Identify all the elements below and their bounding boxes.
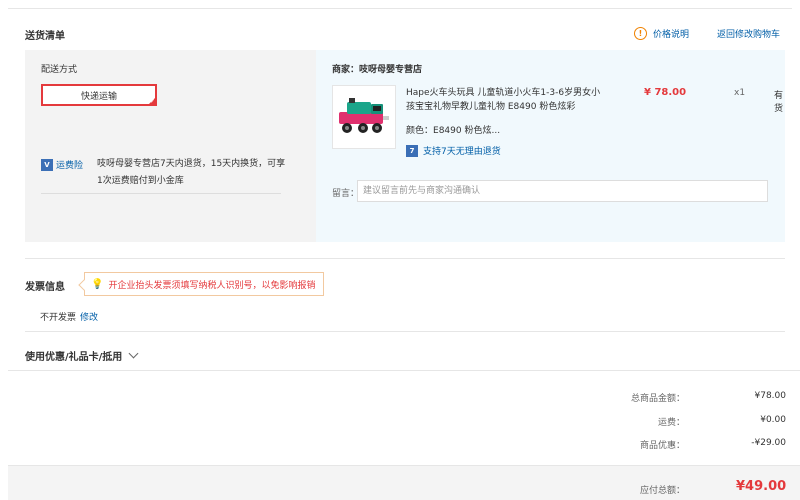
invoice-type: 不开发票 [40, 313, 77, 323]
seven-day-label: 支持7天无理由退货 [423, 147, 501, 157]
total-value: ¥49.00 [736, 479, 787, 494]
product-image[interactable] [332, 85, 396, 149]
shield-v-icon: V [41, 158, 53, 171]
product-price: ¥ 78.00 [644, 87, 687, 98]
seven-day-return-badge[interactable]: 7 支持7天无理由退货 [406, 144, 501, 157]
product-stock-status: 有货 [774, 91, 784, 114]
delivery-list-box: 配送方式 快递运输 ✓ V 运费险 吱呀母婴专营店7天内退货，15天内换货，可享… [25, 50, 785, 242]
delivery-section-title: 送货清单 [25, 31, 65, 42]
product-color-key: 颜色： [406, 126, 434, 136]
check-icon: ✓ [149, 98, 155, 105]
seven-day-icon: 7 [406, 144, 418, 157]
invoice-edit-link[interactable]: 修改 [80, 313, 98, 323]
invoice-section-title: 发票信息 [25, 282, 65, 293]
back-to-cart-link[interactable]: 返回修改购物车 [717, 27, 780, 40]
lightbulb-icon: 💡 [91, 278, 104, 290]
merchant-note-input[interactable] [357, 180, 768, 202]
ship-method-option-express[interactable]: 快递运输 ✓ [41, 84, 157, 106]
product-quantity: x1 [734, 88, 746, 98]
total-bar: 应付总额： ¥49.00 [8, 465, 800, 500]
top-divider [8, 8, 792, 9]
summary-row: 运费： ¥0.00 [560, 415, 786, 428]
invoice-tip: 💡 开企业抬头发票须填写纳税人识别号，以免影响报销 [78, 272, 325, 296]
toy-train-icon [333, 86, 395, 148]
section-divider [8, 370, 800, 371]
summary-label: 总商品金额： [630, 394, 685, 404]
product-color-value: E8490 粉色炫... [433, 126, 501, 136]
summary-label: 商品优惠： [639, 441, 685, 451]
invoice-value: 不开发票 修改 [40, 310, 98, 323]
shipping-panel: 配送方式 快递运输 ✓ V 运费险 吱呀母婴专营店7天内退货，15天内换货，可享… [25, 50, 290, 242]
invoice-tip-text: 开企业抬头发票须填写纳税人识别号，以免影响报销 [108, 280, 316, 291]
section-divider [25, 258, 785, 259]
shipping-insurance-badge[interactable]: V 运费险 [41, 158, 83, 171]
product-color: 颜色：E8490 粉色炫... [406, 123, 500, 136]
merchant-panel: 商家：吱呀母婴专营店 Hape火车头玩具 儿童轨道小火车1-3-6岁男女小孩宝宝… [316, 50, 785, 242]
summary-label: 运费： [657, 418, 685, 428]
product-title-link[interactable]: Hape火车头玩具 儿童轨道小火车1-3-6岁男女小孩宝宝礼物早教儿童礼物 E8… [406, 86, 606, 114]
tip-arrow [78, 279, 90, 291]
warning-icon: ! [634, 27, 647, 40]
section-divider [25, 331, 785, 332]
note-label: 留言： [332, 189, 360, 199]
summary-value: ¥0.00 [760, 415, 786, 425]
summary-value: ¥78.00 [754, 391, 787, 401]
summary-row: 总商品金额： ¥78.00 [560, 391, 786, 404]
coupon-toggle[interactable]: 使用优惠/礼品卡/抵用 [25, 348, 139, 363]
summary-value: -¥29.00 [751, 438, 786, 448]
shipping-divider [41, 193, 281, 194]
summary-row: 商品优惠： -¥29.00 [560, 438, 786, 451]
ship-method-label: 配送方式 [41, 65, 78, 75]
insurance-badge-label: 运费险 [56, 161, 84, 171]
ship-method-value: 快递运输 [80, 91, 117, 102]
total-label: 应付总额： [640, 486, 686, 496]
price-explain-label: 价格说明 [653, 30, 690, 40]
chevron-down-icon [128, 348, 139, 359]
insurance-description: 吱呀母婴专营店7天内退货，15天内换货，可享1次运费赔付到小金库 [97, 159, 286, 186]
merchant-name: 商家：吱呀母婴专营店 [332, 65, 423, 75]
coupon-label: 使用优惠/礼品卡/抵用 [25, 352, 123, 363]
price-explain-link[interactable]: ! 价格说明 [634, 27, 689, 40]
